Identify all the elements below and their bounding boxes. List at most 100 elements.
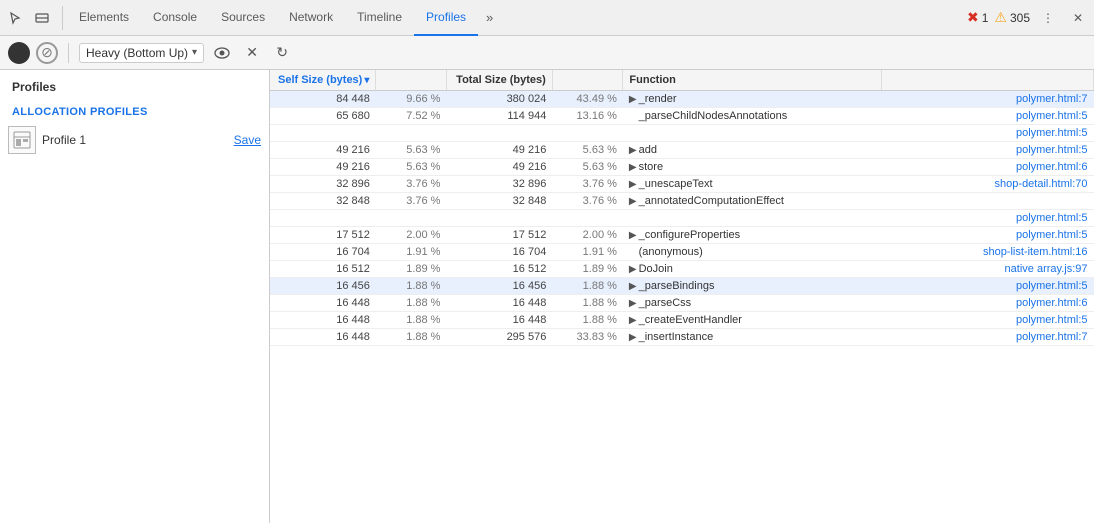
- profile-name: Profile 1: [42, 133, 228, 147]
- col-self-size[interactable]: Self Size (bytes)▾: [270, 70, 376, 91]
- eye-button[interactable]: [210, 41, 234, 65]
- cell-total-pct: 1.88 %: [552, 278, 623, 295]
- table-body: 84 448 9.66 % 380 024 43.49 % ▶_render p…: [270, 91, 1094, 346]
- record-button[interactable]: [8, 42, 30, 64]
- cell-src[interactable]: shop-detail.html:70: [882, 176, 1094, 193]
- cell-fn: ▶add: [623, 142, 882, 159]
- cell-src[interactable]: polymer.html:5: [882, 227, 1094, 244]
- cell-self-pct: 1.91 %: [376, 244, 447, 261]
- tab-elements[interactable]: Elements: [67, 0, 141, 36]
- cell-total-pct: [552, 210, 623, 227]
- cell-fn: ▶_annotatedComputationEffect: [623, 193, 882, 210]
- table-row[interactable]: 16 448 1.88 % 16 448 1.88 % ▶_createEven…: [270, 312, 1094, 329]
- cell-total-pct: 5.63 %: [552, 142, 623, 159]
- table-row[interactable]: 84 448 9.66 % 380 024 43.49 % ▶_render p…: [270, 91, 1094, 108]
- dropdown-arrow-icon: ▾: [192, 47, 197, 58]
- tab-timeline[interactable]: Timeline: [345, 0, 414, 36]
- cell-src[interactable]: polymer.html:5: [882, 278, 1094, 295]
- cell-src[interactable]: native array.js:97: [882, 261, 1094, 278]
- col-source: [882, 70, 1094, 91]
- nav-tabs: Elements Console Sources Network Timelin…: [67, 0, 967, 36]
- refresh-button[interactable]: ↻: [270, 41, 294, 65]
- table-row[interactable]: 16 704 1.91 % 16 704 1.91 % ▶(anonymous)…: [270, 244, 1094, 261]
- cell-fn: ▶_configureProperties: [623, 227, 882, 244]
- cell-self: 16 448: [270, 329, 376, 346]
- table-row[interactable]: polymer.html:5: [270, 210, 1094, 227]
- cell-self-pct: 9.66 %: [376, 91, 447, 108]
- cursor-icon[interactable]: [4, 6, 28, 30]
- cell-self: 49 216: [270, 159, 376, 176]
- tab-sources[interactable]: Sources: [209, 0, 277, 36]
- cell-total-pct: 1.88 %: [552, 295, 623, 312]
- cell-src[interactable]: [882, 193, 1094, 210]
- cell-self-pct: 3.76 %: [376, 193, 447, 210]
- cell-total-pct: 13.16 %: [552, 108, 623, 125]
- close-button[interactable]: ✕: [1066, 6, 1090, 30]
- cell-src[interactable]: polymer.html:5: [882, 142, 1094, 159]
- tab-more[interactable]: »: [478, 0, 501, 36]
- cell-total: 32 896: [446, 176, 552, 193]
- cell-total: 32 848: [446, 193, 552, 210]
- cell-src[interactable]: polymer.html:5: [882, 125, 1094, 142]
- cell-src[interactable]: shop-list-item.html:16: [882, 244, 1094, 261]
- col-self-pct: [376, 70, 447, 91]
- cell-self-pct: 1.88 %: [376, 295, 447, 312]
- sidebar-profile-item[interactable]: Profile 1 Save: [0, 122, 269, 158]
- cell-total: 295 576: [446, 329, 552, 346]
- cell-fn: ▶_insertInstance: [623, 329, 882, 346]
- error-count: 1: [982, 11, 989, 25]
- cell-src[interactable]: polymer.html:6: [882, 295, 1094, 312]
- table-row[interactable]: 16 448 1.88 % 295 576 33.83 % ▶_insertIn…: [270, 329, 1094, 346]
- cell-self: 65 680: [270, 108, 376, 125]
- cell-fn: ▶DoJoin: [623, 261, 882, 278]
- tab-network[interactable]: Network: [277, 0, 345, 36]
- cell-self: 17 512: [270, 227, 376, 244]
- tab-profiles[interactable]: Profiles: [414, 0, 478, 36]
- main-layout: Profiles ALLOCATION PROFILES Profile 1 S…: [0, 70, 1094, 523]
- cell-self: 84 448: [270, 91, 376, 108]
- cell-total-pct: 5.63 %: [552, 159, 623, 176]
- table-row[interactable]: 17 512 2.00 % 17 512 2.00 % ▶_configureP…: [270, 227, 1094, 244]
- cell-fn: ▶_parseChildNodesAnnotations: [623, 108, 882, 125]
- table-row[interactable]: 16 448 1.88 % 16 448 1.88 % ▶_parseCss p…: [270, 295, 1094, 312]
- cell-total: 16 448: [446, 312, 552, 329]
- more-options-button[interactable]: ⋮: [1036, 6, 1060, 30]
- col-total-size[interactable]: Total Size (bytes): [446, 70, 552, 91]
- cell-total-pct: 1.91 %: [552, 244, 623, 261]
- clear-button[interactable]: ✕: [240, 41, 264, 65]
- cell-src[interactable]: polymer.html:5: [882, 312, 1094, 329]
- col-function: Function: [623, 70, 882, 91]
- cell-src[interactable]: polymer.html:6: [882, 159, 1094, 176]
- cell-self-pct: 5.63 %: [376, 159, 447, 176]
- table-row[interactable]: polymer.html:5: [270, 125, 1094, 142]
- cell-src[interactable]: polymer.html:7: [882, 329, 1094, 346]
- cell-fn: [623, 125, 882, 142]
- cell-total: [446, 210, 552, 227]
- stop-button[interactable]: ⊘: [36, 42, 58, 64]
- table-row[interactable]: 32 896 3.76 % 32 896 3.76 % ▶_unescapeTe…: [270, 176, 1094, 193]
- cell-self-pct: 3.76 %: [376, 176, 447, 193]
- divider: [68, 43, 69, 63]
- cell-self: 32 848: [270, 193, 376, 210]
- cell-total: [446, 125, 552, 142]
- cell-total: 114 944: [446, 108, 552, 125]
- cell-src[interactable]: polymer.html:7: [882, 91, 1094, 108]
- save-link[interactable]: Save: [234, 133, 261, 147]
- table-row[interactable]: 16 512 1.89 % 16 512 1.89 % ▶DoJoin nati…: [270, 261, 1094, 278]
- table-row[interactable]: 49 216 5.63 % 49 216 5.63 % ▶add polymer…: [270, 142, 1094, 159]
- view-dropdown[interactable]: Heavy (Bottom Up) ▾: [79, 43, 204, 63]
- cell-src[interactable]: polymer.html:5: [882, 210, 1094, 227]
- tab-console[interactable]: Console: [141, 0, 209, 36]
- cell-fn: ▶_unescapeText: [623, 176, 882, 193]
- cell-total-pct: 3.76 %: [552, 193, 623, 210]
- dock-icon[interactable]: [30, 6, 54, 30]
- cell-self-pct: 1.88 %: [376, 329, 447, 346]
- table-row[interactable]: 16 456 1.88 % 16 456 1.88 % ▶_parseBindi…: [270, 278, 1094, 295]
- second-toolbar: ⊘ Heavy (Bottom Up) ▾ ✕ ↻: [0, 36, 1094, 70]
- table-row[interactable]: 32 848 3.76 % 32 848 3.76 % ▶_annotatedC…: [270, 193, 1094, 210]
- cell-self-pct: 1.89 %: [376, 261, 447, 278]
- table-row[interactable]: 49 216 5.63 % 49 216 5.63 % ▶store polym…: [270, 159, 1094, 176]
- cell-src[interactable]: polymer.html:5: [882, 108, 1094, 125]
- cell-total: 49 216: [446, 142, 552, 159]
- table-row[interactable]: 65 680 7.52 % 114 944 13.16 % ▶_parseChi…: [270, 108, 1094, 125]
